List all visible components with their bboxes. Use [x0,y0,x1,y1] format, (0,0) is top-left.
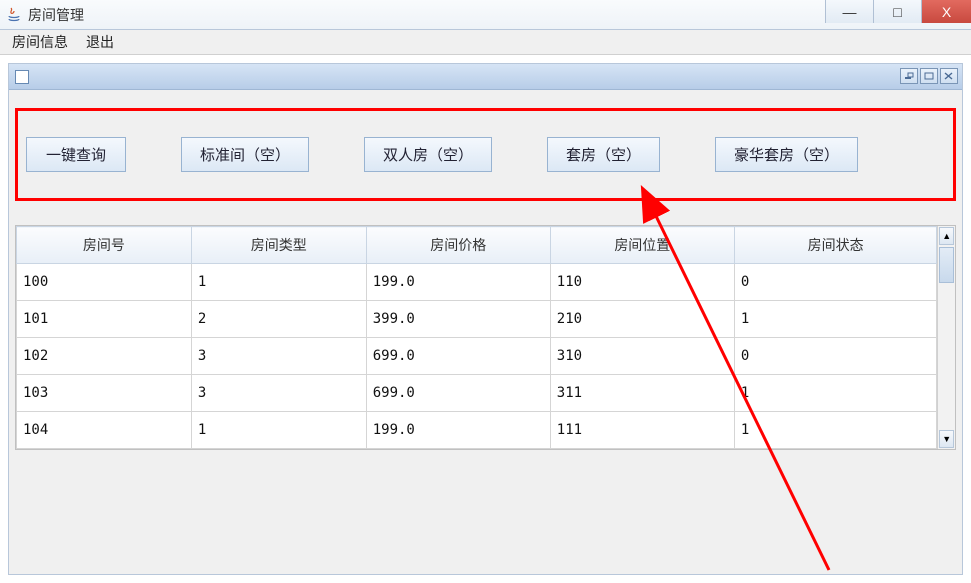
internal-frame-controls [900,68,958,84]
cell-room-location[interactable]: 311 [550,375,734,412]
cell-room-price[interactable]: 399.0 [366,301,550,338]
internal-frame: 一键查询 标准间（空） 双人房（空） 套房（空） 豪华套房（空） 房间号 房间类… [8,63,963,575]
col-room-status[interactable]: 房间状态 [734,227,936,264]
close-button[interactable]: X [921,0,971,23]
table-row[interactable]: 102 3 699.0 310 0 [17,338,937,375]
table-row[interactable]: 104 1 199.0 111 1 [17,412,937,449]
cell-room-location[interactable]: 110 [550,264,734,301]
window-titlebar: 房间管理 — □ X [0,0,971,30]
maximize-button[interactable]: □ [873,0,921,23]
scroll-up-button[interactable]: ▲ [939,227,954,245]
filter-button-row: 一键查询 标准间（空） 双人房（空） 套房（空） 豪华套房（空） [15,108,956,201]
cell-room-number[interactable]: 100 [17,264,192,301]
internal-iconify-button[interactable] [900,68,918,84]
deluxe-suite-button[interactable]: 豪华套房（空） [715,137,858,172]
internal-maximize-button[interactable] [920,68,938,84]
table-row[interactable]: 101 2 399.0 210 1 [17,301,937,338]
scroll-thumb[interactable] [939,247,954,283]
cell-room-status[interactable]: 0 [734,264,936,301]
col-room-type[interactable]: 房间类型 [191,227,366,264]
cell-room-price[interactable]: 699.0 [366,338,550,375]
java-icon [6,7,22,23]
menubar: 房间信息 退出 [0,30,971,55]
cell-room-price[interactable]: 199.0 [366,264,550,301]
table-row[interactable]: 103 3 699.0 311 1 [17,375,937,412]
cell-room-number[interactable]: 101 [17,301,192,338]
suite-button[interactable]: 套房（空） [547,137,660,172]
desktop-area: 一键查询 标准间（空） 双人房（空） 套房（空） 豪华套房（空） 房间号 房间类… [0,55,971,583]
cell-room-location[interactable]: 310 [550,338,734,375]
cell-room-price[interactable]: 199.0 [366,412,550,449]
standard-room-button[interactable]: 标准间（空） [181,137,309,172]
document-icon [15,70,29,84]
cell-room-number[interactable]: 104 [17,412,192,449]
window-title: 房间管理 [28,5,84,25]
internal-content: 一键查询 标准间（空） 双人房（空） 套房（空） 豪华套房（空） 房间号 房间类… [9,90,962,574]
cell-room-type[interactable]: 2 [191,301,366,338]
menu-exit[interactable]: 退出 [82,30,118,54]
cell-room-type[interactable]: 3 [191,338,366,375]
cell-room-status[interactable]: 1 [734,412,936,449]
table-row[interactable]: 100 1 199.0 110 0 [17,264,937,301]
scroll-track[interactable] [938,284,955,429]
col-room-location[interactable]: 房间位置 [550,227,734,264]
internal-frame-titlebar[interactable] [9,64,962,90]
cell-room-status[interactable]: 1 [734,375,936,412]
cell-room-location[interactable]: 111 [550,412,734,449]
query-all-button[interactable]: 一键查询 [26,137,126,172]
col-room-price[interactable]: 房间价格 [366,227,550,264]
vertical-scrollbar[interactable]: ▲ ▼ [937,226,955,449]
cell-room-type[interactable]: 3 [191,375,366,412]
col-room-number[interactable]: 房间号 [17,227,192,264]
cell-room-status[interactable]: 0 [734,338,936,375]
cell-room-type[interactable]: 1 [191,412,366,449]
cell-room-price[interactable]: 699.0 [366,375,550,412]
double-room-button[interactable]: 双人房（空） [364,137,492,172]
cell-room-number[interactable]: 103 [17,375,192,412]
minimize-button[interactable]: — [825,0,873,23]
room-table: 房间号 房间类型 房间价格 房间位置 房间状态 100 1 199.0 110 [16,226,937,449]
table-header-row: 房间号 房间类型 房间价格 房间位置 房间状态 [17,227,937,264]
cell-room-location[interactable]: 210 [550,301,734,338]
cell-room-status[interactable]: 1 [734,301,936,338]
cell-room-type[interactable]: 1 [191,264,366,301]
cell-room-number[interactable]: 102 [17,338,192,375]
window-controls: — □ X [825,0,971,29]
scroll-down-button[interactable]: ▼ [939,430,954,448]
internal-close-button[interactable] [940,68,958,84]
menu-room-info[interactable]: 房间信息 [8,30,72,54]
room-table-container: 房间号 房间类型 房间价格 房间位置 房间状态 100 1 199.0 110 [15,225,956,450]
